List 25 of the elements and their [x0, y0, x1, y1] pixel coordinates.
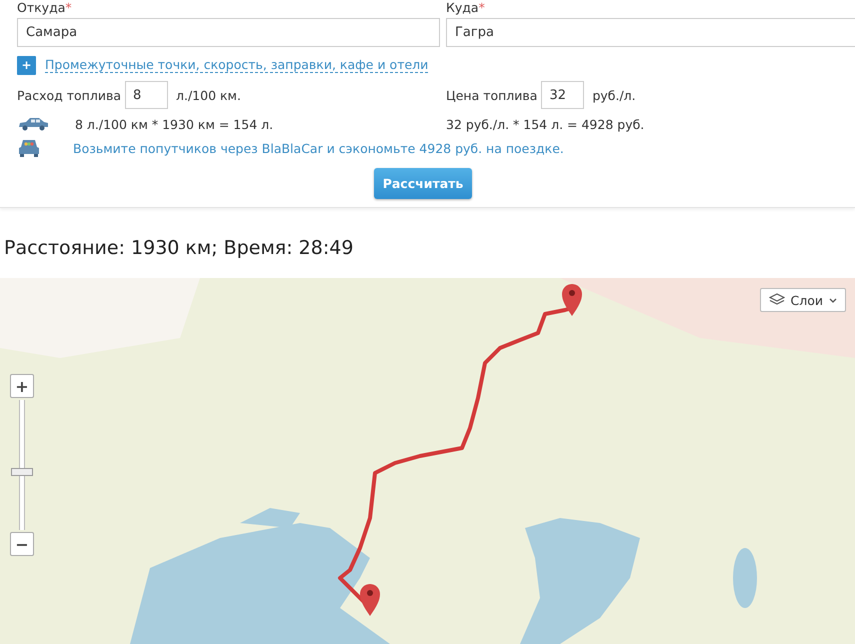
field-label: Откуда — [17, 0, 66, 15]
required-mark: * — [65, 0, 72, 15]
layers-icon — [768, 293, 784, 307]
input-field[interactable]: 32 — [541, 81, 584, 109]
fuel-formula: 8 л./100 км * 1930 км = 154 л. — [75, 116, 274, 132]
field-label: Цена топлива — [446, 88, 538, 102]
car-icon — [17, 117, 49, 131]
input-field[interactable]: Гагра — [446, 18, 855, 47]
field-label: Куда — [446, 0, 479, 15]
unit-label: л./100 км. — [176, 88, 241, 102]
zoom-out-button[interactable]: − — [10, 532, 34, 556]
layers-button[interactable]: Слои — [760, 288, 846, 312]
unit-label: руб./л. — [592, 88, 636, 102]
cost-formula: 32 руб./л. * 154 л. = 4928 руб. — [446, 116, 644, 132]
required-mark: * — [478, 0, 485, 15]
input-field[interactable]: Самара — [17, 18, 440, 47]
options-link[interactable]: Промежуточные точки, скорость, заправки, кафе и отели — [45, 57, 428, 73]
chevron-icon — [829, 298, 837, 302]
blablacar-link[interactable]: Возьмите попутчиков через BlaBlaCar и сэкономьте 4928 руб. на поездке. — [73, 140, 564, 156]
field-label: Расход топлива — [17, 88, 121, 102]
route-summary: Расстояние: 1930 км; Время: 28:49 — [4, 237, 354, 261]
zoom-in-button[interactable]: + — [10, 374, 34, 398]
expand-button[interactable]: + — [17, 56, 36, 74]
input-field[interactable]: 8 — [124, 81, 168, 109]
car-front-icon — [17, 138, 41, 158]
